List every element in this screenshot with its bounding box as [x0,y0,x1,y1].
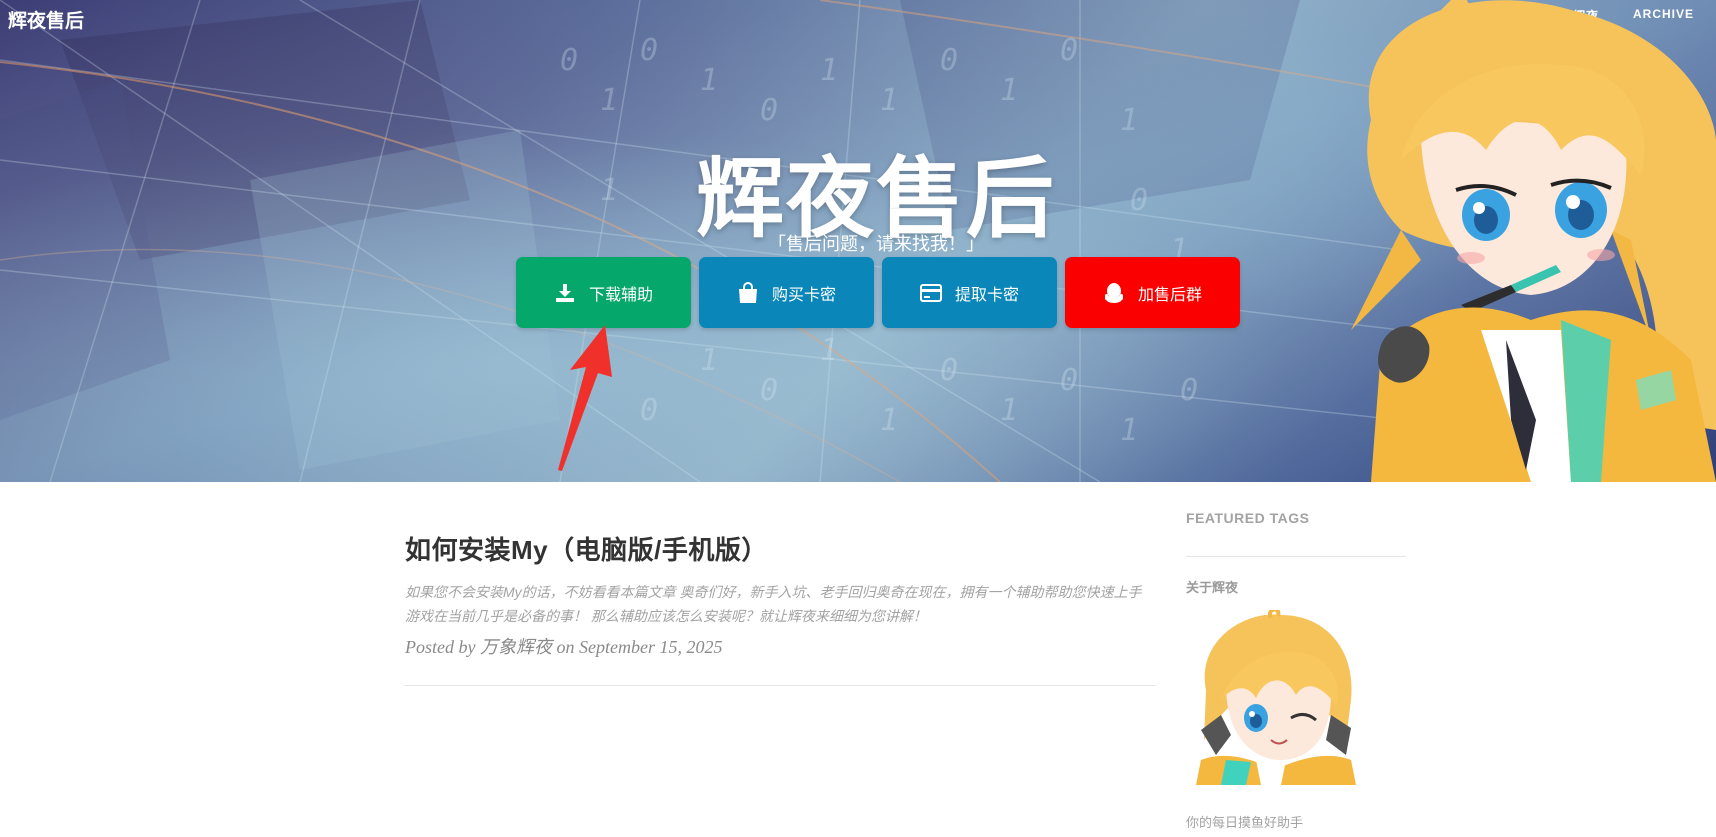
post-subtitle[interactable]: 如果您不会安装My的话，不妨看看本篇文章 奥奇们好，新手入坑、老手回归奥奇在现在… [405,580,1155,628]
post-meta: Posted by 万象辉夜 on September 15, 2025 [405,633,1155,659]
shopping-bag-icon [737,281,759,304]
buy-key-button[interactable]: 购买卡密 [699,257,874,328]
mascot-character-image [1351,0,1716,482]
avatar [1186,607,1361,785]
post-meta-on: on [556,637,575,657]
hero-button-row: 下载辅助 购买卡密 提取卡密 加售后群 [516,257,1240,328]
download-button-label: 下载辅助 [588,286,653,304]
buy-key-button-label: 购买卡密 [771,286,836,304]
hero-banner: 010 101 101 01 101 011 010 10 101 辉夜售后 首… [0,0,1716,482]
retrieve-key-button-label: 提取卡密 [954,286,1019,304]
post-date: September 15, 2025 [578,637,723,657]
sidebar-divider [1186,556,1406,557]
red-arrow-annotation [558,325,612,471]
credit-card-icon [919,282,942,304]
download-icon [554,282,576,304]
about-heading: 关于辉夜 [1186,580,1239,595]
retrieve-key-button[interactable]: 提取卡密 [882,257,1057,328]
sidebar: FEATURED TAGS 关于辉夜 你的每日摸鱼好助手 [1186,510,1406,831]
site-brand[interactable]: 辉夜售后 [8,6,84,33]
about-description: 你的每日摸鱼好助手 [1186,815,1304,830]
post-meta-prefix: Posted by [405,637,476,657]
featured-tags-heading: FEATURED TAGS [1186,510,1310,526]
qq-penguin-icon [1103,282,1125,304]
post-preview[interactable]: 如何安装My（电脑版/手机版） 如果您不会安装My的话，不妨看看本篇文章 奥奇们… [405,530,1155,659]
download-button[interactable]: 下载辅助 [516,257,691,328]
join-group-button-label: 加售后群 [1137,286,1202,304]
post-author: 万象辉夜 [479,637,552,657]
post-divider [405,685,1155,686]
join-group-button[interactable]: 加售后群 [1065,257,1240,328]
post-title[interactable]: 如何安装My（电脑版/手机版） [405,530,1155,567]
